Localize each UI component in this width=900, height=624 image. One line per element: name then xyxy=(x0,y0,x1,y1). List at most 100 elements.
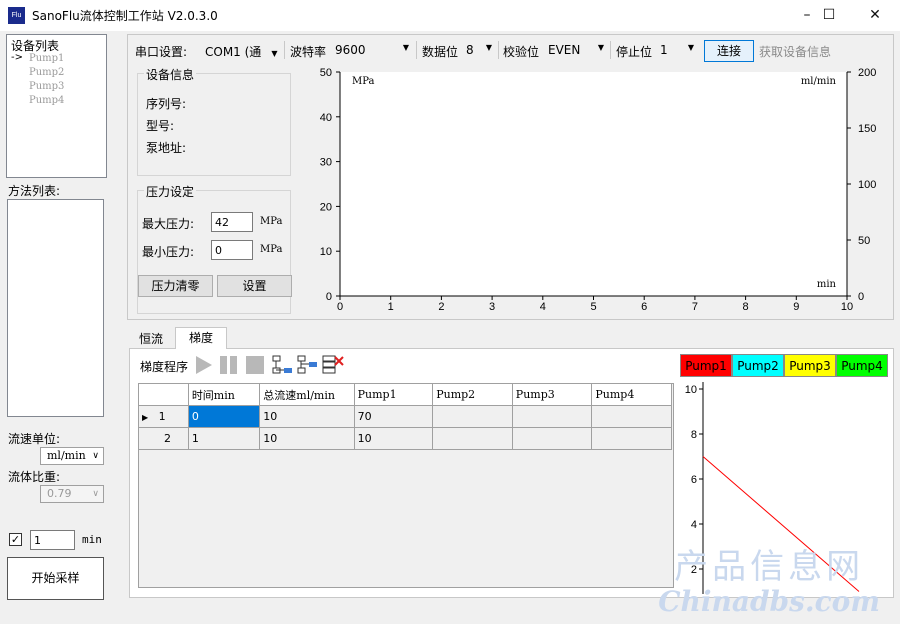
x-tick-label: 10 xyxy=(841,301,853,313)
y-left-tick-label: 10 xyxy=(320,246,332,258)
x-tick-label: 0 xyxy=(337,301,343,313)
device-info-title: 设备信息 xyxy=(144,66,197,83)
max-pressure-label: 最大压力: xyxy=(142,217,195,231)
add-row-icon[interactable] xyxy=(297,355,319,375)
column-header[interactable]: Pump2 xyxy=(432,383,513,406)
table-cell[interactable]: 10 xyxy=(259,405,355,428)
min-pressure-input[interactable]: 0 xyxy=(211,240,253,260)
table-cell[interactable]: 0 xyxy=(187,405,261,428)
delete-row-icon[interactable] xyxy=(322,355,344,375)
parity-select[interactable]: EVEN ▼ xyxy=(548,43,606,57)
port-select[interactable]: COM1 (通 ▼ xyxy=(205,43,277,60)
device-item-pump2[interactable]: Pump2 xyxy=(29,66,64,80)
dropdown-arrow-icon: ▼ xyxy=(687,43,694,52)
table-cell[interactable]: 10 xyxy=(353,427,434,450)
tab-gradient[interactable]: 梯度 xyxy=(175,327,227,349)
grad-y-tick-label: 4 xyxy=(691,519,697,531)
device-info-group: 设备信息 序列号: 型号: 泵地址: xyxy=(137,66,291,176)
device-item-pump1[interactable]: Pump1 xyxy=(29,52,64,66)
legend-pump2: Pump2 xyxy=(732,354,784,377)
chevron-down-icon: ∨ xyxy=(92,489,99,499)
watermark-line2: Chinadbs.com xyxy=(658,585,880,618)
device-item-pump3[interactable]: Pump3 xyxy=(29,80,64,94)
x-tick-label: 6 xyxy=(641,301,647,313)
y-left-tick-label: 20 xyxy=(320,201,332,213)
grad-y-tick-label: 6 xyxy=(691,474,697,486)
device-list[interactable]: 设备列表 -> Pump1 Pump2 Pump3 Pump4 xyxy=(6,34,107,178)
stop-icon[interactable] xyxy=(244,354,266,376)
start-sampling-button[interactable]: 开始采样 xyxy=(7,557,104,600)
sampling-checkbox[interactable]: ✓ xyxy=(9,533,22,546)
x-tick-label: 2 xyxy=(438,301,444,313)
legend-pump1: Pump1 xyxy=(680,354,732,377)
row-header[interactable]: ▶ 1 xyxy=(138,405,189,428)
stopbits-label: 停止位 xyxy=(616,45,653,59)
play-icon[interactable] xyxy=(194,354,214,376)
row-index: 2 xyxy=(164,432,171,445)
y-left-tick-label: 30 xyxy=(320,157,332,169)
method-list[interactable] xyxy=(7,199,104,417)
pump-address-label: 泵地址: xyxy=(146,141,187,155)
flow-unit-select[interactable]: ml/min ∨ xyxy=(40,447,104,465)
table-cell[interactable]: 70 xyxy=(353,405,434,428)
column-header[interactable]: 总流速ml/min xyxy=(259,383,355,406)
pressure-flow-chart: 0 1 2 3 4 5 6 7 8 9 10 0 10 20 30 40 50 0 50 100 150 200 MP… xyxy=(320,67,877,313)
table-cell[interactable] xyxy=(432,427,513,450)
databits-select[interactable]: 8 ▼ xyxy=(466,43,494,57)
get-device-info-button[interactable]: 获取设备信息 xyxy=(759,43,831,60)
chevron-down-icon: ∨ xyxy=(92,451,99,461)
sampling-interval-input[interactable]: 1 xyxy=(30,530,75,550)
fluid-density-select[interactable]: 0.79 ∨ xyxy=(40,485,104,503)
pressure-zero-button[interactable]: 压力清零 xyxy=(138,275,213,297)
y-right-tick-label: 50 xyxy=(858,235,870,247)
table-cell[interactable] xyxy=(511,427,593,450)
table-cell[interactable] xyxy=(591,405,672,428)
y-right-tick-label: 200 xyxy=(858,67,876,79)
max-pressure-input[interactable]: 42 xyxy=(211,212,253,232)
table-cell[interactable]: 10 xyxy=(259,427,355,450)
fluid-density-value: 0.79 xyxy=(47,487,72,500)
y-right-tick-label: 150 xyxy=(858,123,876,135)
table-cell[interactable] xyxy=(511,405,593,428)
table-row[interactable]: ▶ 1 0 10 70 xyxy=(138,405,672,428)
stopbits-select[interactable]: 1 ▼ xyxy=(660,43,696,57)
table-row[interactable]: 2 1 10 10 xyxy=(138,427,672,450)
plot-area xyxy=(340,72,847,296)
column-header[interactable]: 时间min xyxy=(187,383,261,406)
table-cell[interactable] xyxy=(591,427,672,450)
table-cell[interactable] xyxy=(432,405,513,428)
column-header[interactable]: Pump1 xyxy=(353,383,434,406)
connect-button[interactable]: 连接 xyxy=(704,40,754,62)
x-tick-label: 9 xyxy=(793,301,799,313)
baud-select[interactable]: 9600 ▼ xyxy=(335,43,413,57)
sampling-unit: min xyxy=(82,533,102,546)
maximize-icon[interactable]: ☐ xyxy=(806,0,852,31)
x-axis-unit: min xyxy=(817,279,837,290)
pressure-set-button[interactable]: 设置 xyxy=(217,275,292,297)
databits-label: 数据位 xyxy=(422,45,459,59)
device-item-pump4[interactable]: Pump4 xyxy=(29,94,64,108)
current-row-icon: ▶ xyxy=(142,413,149,422)
watermark: 产品信息网 Chinadbs.com xyxy=(658,548,880,618)
row-header[interactable]: 2 xyxy=(138,427,189,450)
app-logo-icon: Flu xyxy=(8,7,25,24)
separator xyxy=(416,41,417,59)
port-label: 串口设置: xyxy=(135,45,188,59)
x-tick-label: 8 xyxy=(743,301,749,313)
flow-unit-value: ml/min xyxy=(47,449,86,462)
separator xyxy=(498,41,499,59)
column-header[interactable]: Pump3 xyxy=(511,383,593,406)
y-left-tick-label: 0 xyxy=(326,291,332,303)
right-axis-unit: ml/min xyxy=(801,76,837,87)
y-left-tick-label: 40 xyxy=(320,112,332,124)
separator xyxy=(284,41,285,59)
selected-marker: -> xyxy=(11,52,23,63)
insert-row-icon[interactable] xyxy=(272,355,294,375)
column-header[interactable]: Pump4 xyxy=(591,383,672,406)
gradient-table: 时间min 总流速ml/min Pump1 Pump2 Pump3 Pump4 … xyxy=(138,383,672,450)
tab-constant-flow[interactable]: 恒流 xyxy=(129,330,173,348)
close-icon[interactable]: ✕ xyxy=(852,0,898,31)
pause-icon[interactable] xyxy=(218,354,240,376)
y-right-tick-label: 0 xyxy=(858,291,864,303)
table-cell[interactable]: 1 xyxy=(187,427,261,450)
